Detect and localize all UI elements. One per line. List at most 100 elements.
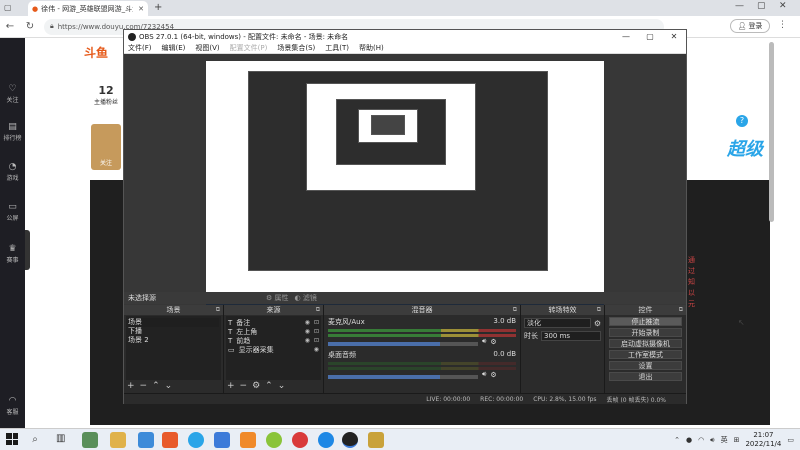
back-icon[interactable]: ← <box>4 21 16 33</box>
notification-icon[interactable]: ▭ <box>787 436 794 444</box>
input-language[interactable]: 英 <box>721 435 728 445</box>
rail-item-trophy[interactable]: ♛ 赛事 <box>0 244 25 264</box>
login-button[interactable]: 👤︎ 登录 <box>730 19 770 33</box>
move-down-icon[interactable]: ⌄ <box>278 381 286 391</box>
tab-close-icon[interactable]: ✕ <box>138 5 144 13</box>
maximize-icon[interactable]: ▢ <box>757 1 766 11</box>
menu-view[interactable]: 视图(V) <box>195 43 219 53</box>
rail-collapse-handle[interactable] <box>25 230 30 270</box>
lock-icon[interactable]: ⊡ <box>314 319 319 326</box>
scene-item[interactable]: 场景 <box>128 318 219 327</box>
menu-edit[interactable]: 编辑(E) <box>162 43 186 53</box>
promo-sticker[interactable]: 超级 <box>720 130 770 170</box>
taskbar-app-icon[interactable] <box>214 432 230 448</box>
lock-icon[interactable]: ⊡ <box>314 337 319 344</box>
properties-button[interactable]: ⚙ 属性 <box>266 293 289 303</box>
page-scrollbar[interactable] <box>769 42 774 222</box>
menu-scene-collection[interactable]: 场景集合(S) <box>277 43 315 53</box>
settings-button[interactable]: 设置 <box>609 361 682 370</box>
speaker-icon[interactable]: 🔊︎ <box>482 370 486 379</box>
refresh-icon[interactable]: ↻ <box>24 21 36 33</box>
taskbar-app-icon[interactable] <box>188 432 204 448</box>
obs-close-icon[interactable]: ✕ <box>662 30 686 43</box>
add-source-icon[interactable]: + <box>227 381 235 391</box>
ime-icon[interactable]: ⊞ <box>734 436 740 444</box>
obs-taskbar-icon[interactable] <box>342 432 358 448</box>
eye-icon[interactable]: ◉ <box>314 346 319 353</box>
volume-slider[interactable] <box>328 374 478 379</box>
scene-item[interactable]: 下播 <box>128 327 219 336</box>
tab-actions-icon[interactable]: ▢ <box>4 3 14 13</box>
remove-scene-icon[interactable]: − <box>140 381 148 391</box>
stop-streaming-button[interactable]: 停止推流 <box>609 317 682 326</box>
move-down-icon[interactable]: ⌄ <box>165 381 173 391</box>
controls-dock-settings-icon[interactable]: ⧉ <box>679 305 683 315</box>
edge-browser-icon[interactable] <box>318 432 334 448</box>
taskbar-app-icon[interactable] <box>82 432 98 448</box>
rail-item-service[interactable]: ◠ 客服 <box>0 396 25 416</box>
rail-item-rank[interactable]: ▤ 排行榜 <box>0 122 25 142</box>
eye-icon[interactable]: ◉ <box>305 337 310 344</box>
tray-chevron-icon[interactable]: ⌃ <box>674 436 680 444</box>
transition-settings-icon[interactable]: ⚙ <box>594 319 601 328</box>
scenes-dock-settings-icon[interactable]: ⧉ <box>216 305 220 315</box>
studio-mode-button[interactable]: 工作室模式 <box>609 350 682 359</box>
file-explorer-icon[interactable] <box>110 432 126 448</box>
wifi-icon[interactable]: ◠ <box>698 436 704 444</box>
start-recording-button[interactable]: 开始录制 <box>609 328 682 337</box>
obs-preview[interactable] <box>124 54 686 316</box>
track-settings-icon[interactable]: ⚙ <box>490 338 496 346</box>
help-icon[interactable]: ? <box>736 115 748 127</box>
menu-profile[interactable]: 配置文件(P) <box>230 43 268 53</box>
browser-menu-icon[interactable]: ⋮ <box>778 20 787 30</box>
taskbar-app-icon[interactable] <box>266 432 282 448</box>
menu-help[interactable]: 帮助(H) <box>359 43 384 53</box>
eye-icon[interactable]: ◉ <box>305 319 310 326</box>
menu-file[interactable]: 文件(F) <box>128 43 152 53</box>
rail-item-game[interactable]: ◔ 游戏 <box>0 162 25 182</box>
browser-tab[interactable]: ● 徐伟 - 网游_英雄联盟网游_斗鱼直播 ✕ <box>28 1 148 16</box>
move-up-icon[interactable]: ⌃ <box>265 381 273 391</box>
add-scene-icon[interactable]: + <box>127 381 135 391</box>
follow-tile[interactable]: 关注 <box>91 124 121 170</box>
source-settings-icon[interactable]: ⚙ <box>252 381 260 391</box>
duration-input[interactable]: 300 ms <box>541 331 601 341</box>
task-view-icon[interactable]: ▥ <box>56 433 65 444</box>
minimize-icon[interactable]: — <box>735 1 744 11</box>
rail-item-chat[interactable]: ▭ 公屏 <box>0 202 25 222</box>
move-up-icon[interactable]: ⌃ <box>152 381 160 391</box>
remove-source-icon[interactable]: − <box>240 381 248 391</box>
transition-select[interactable]: 淡化 <box>524 318 591 328</box>
filters-button[interactable]: ◐ 滤镜 <box>295 293 317 303</box>
menu-tools[interactable]: 工具(T) <box>325 43 349 53</box>
obs-minimize-icon[interactable]: — <box>614 30 638 43</box>
taskbar-app-icon[interactable] <box>138 432 154 448</box>
sources-dock-settings-icon[interactable]: ⧉ <box>316 305 320 315</box>
mixer-dock-settings-icon[interactable]: ⧉ <box>513 305 517 315</box>
close-window-icon[interactable]: ✕ <box>779 1 787 11</box>
volume-slider[interactable] <box>328 341 478 346</box>
lock-icon[interactable]: ⊡ <box>314 328 319 335</box>
taskbar-app-icon[interactable] <box>162 432 178 448</box>
taskbar-app-icon[interactable] <box>240 432 256 448</box>
start-virtual-camera-button[interactable]: 启动虚拟摄像机 <box>609 339 682 348</box>
new-tab-icon[interactable]: + <box>154 2 162 13</box>
obs-maximize-icon[interactable]: ▢ <box>638 30 662 43</box>
speaker-icon[interactable]: 🔊︎ <box>482 337 486 346</box>
taskbar-app-icon[interactable] <box>292 432 308 448</box>
eye-icon[interactable]: ◉ <box>305 328 310 335</box>
taskbar-app-icon[interactable] <box>368 432 384 448</box>
preview-canvas[interactable] <box>206 61 604 309</box>
track-settings-icon[interactable]: ⚙ <box>490 371 496 379</box>
source-item[interactable]: ▭ 显示器采集 ◉ <box>228 345 319 354</box>
douyu-logo[interactable]: 斗鱼 <box>84 44 124 60</box>
scene-item[interactable]: 场景 2 <box>128 336 219 345</box>
obs-title-bar[interactable]: OBS 27.0.1 (64-bit, windows) - 配置文件: 未命名… <box>124 30 686 43</box>
transitions-dock-settings-icon[interactable]: ⧉ <box>597 305 601 315</box>
clock[interactable]: 21:07 2022/11/4 <box>745 431 781 449</box>
volume-icon[interactable]: 🔊︎ <box>710 436 714 445</box>
rail-item-follow[interactable]: ♡ 关注 <box>0 84 25 104</box>
windows-start-icon[interactable] <box>6 433 18 445</box>
search-icon[interactable]: ⌕ <box>25 432 45 448</box>
exit-button[interactable]: 退出 <box>609 372 682 381</box>
